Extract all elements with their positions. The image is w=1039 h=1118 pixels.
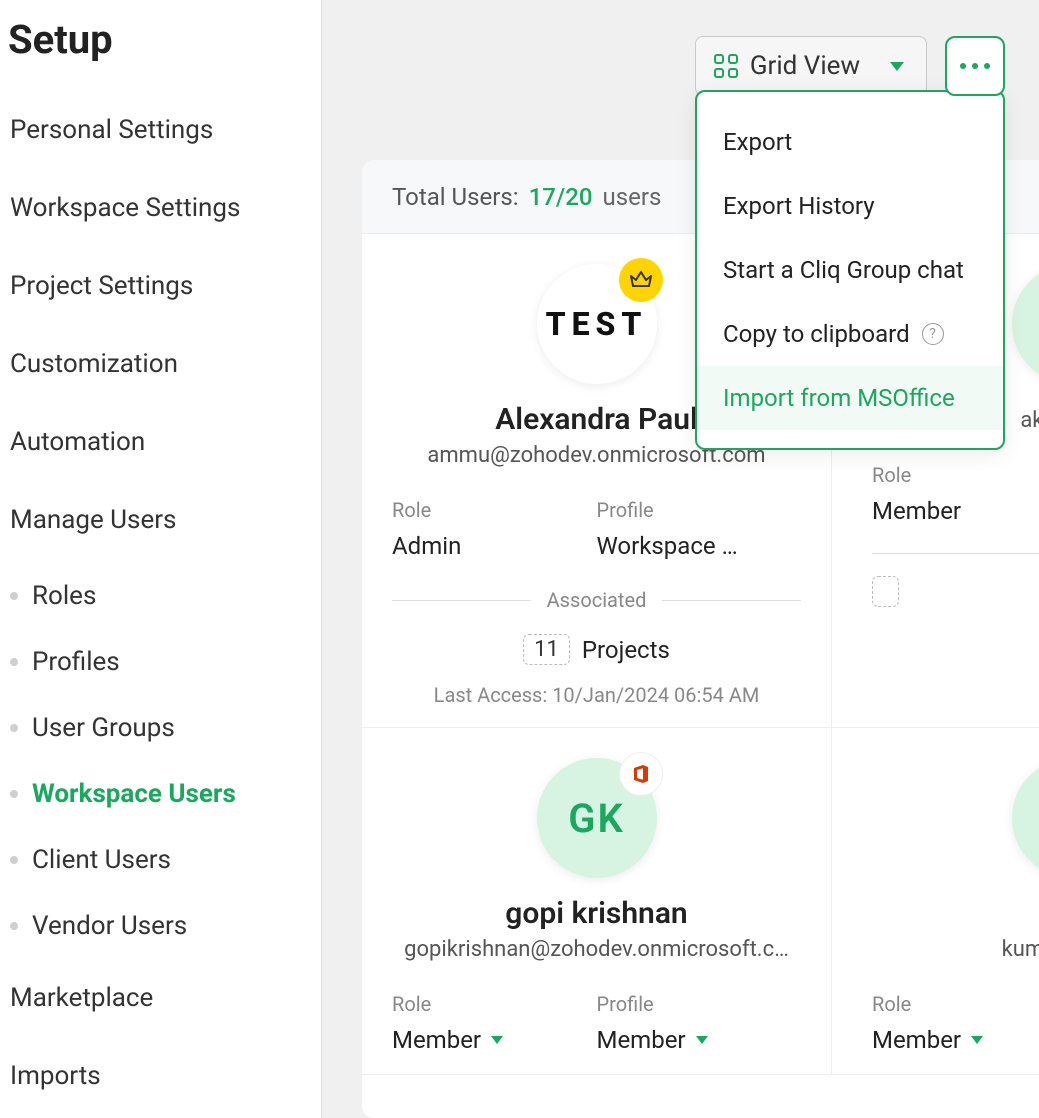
sidebar-item-workspace-settings[interactable]: Workspace Settings [8,169,321,247]
profile-value: Member [597,1026,686,1054]
role-value: Member [872,1026,961,1054]
associated-divider [872,553,1039,554]
last-access: Last Access: 10/Jan/2024 06:54 AM [434,683,760,707]
sidebar-item-customization[interactable]: Customization [8,325,321,403]
avatar-wrap [1012,758,1039,878]
user-meta: Role Member Profile Member [392,992,801,1054]
more-actions-menu: Export Export History Start a Cliq Group… [695,90,1005,450]
user-card[interactable]: K kumaran.j@zo Role Member [832,728,1039,1075]
bullet-icon [10,592,18,600]
user-email: gopikrishnan@zohodev.onmicrosoft.c… [404,937,789,962]
avatar [1012,264,1039,384]
profile-dropdown[interactable]: Member [597,1026,708,1054]
sidebar-item-marketplace[interactable]: Marketplace [8,959,321,1037]
sidebar-item-automation[interactable]: Automation [8,403,321,481]
role-value: Member [872,497,961,525]
menu-item-label: Export History [723,192,875,220]
menu-item-label: Start a Cliq Group chat [723,256,964,284]
sidebar-item-label: Profiles [32,647,120,677]
associated-label: Associated [547,588,647,612]
sidebar-item-client-users[interactable]: Client Users [8,827,321,893]
chevron-down-icon [696,1036,708,1044]
sidebar-item-label: Workspace Users [32,779,236,809]
more-actions-button[interactable] [945,36,1005,96]
user-email: kumaran.j@zo [1002,937,1039,962]
total-users-suffix: users [603,183,662,211]
role-label: Role [392,992,597,1016]
role-label: Role [392,498,597,522]
role-dropdown[interactable]: Member [872,1026,983,1054]
crown-badge-icon [619,258,663,302]
view-selector-label: Grid View [750,51,860,81]
user-meta: Role Member [872,992,1039,1054]
sidebar-item-vendor-users[interactable]: Vendor Users [8,893,321,959]
sidebar-item-workspace-users[interactable]: Workspace Users [8,761,321,827]
user-name: gopi krishnan [505,896,687,931]
avatar-wrap: TEST [537,264,657,384]
sidebar-item-label: Vendor Users [32,911,187,941]
role-label: Role [872,992,1039,1016]
avatar [1012,758,1039,878]
view-selector[interactable]: Grid View [695,36,927,96]
menu-export-history[interactable]: Export History [697,174,1003,238]
chevron-down-icon [491,1036,503,1044]
sidebar-item-personal-settings[interactable]: Personal Settings [8,91,321,169]
role-dropdown[interactable]: Member [392,1026,503,1054]
toolbar: Grid View [322,36,1039,96]
bullet-icon [10,922,18,930]
sidebar-item-imports[interactable]: Imports [8,1037,321,1115]
manage-users-sublist: Roles Profiles User Groups Workspace Use… [8,563,321,959]
sidebar-item-label: Roles [32,581,96,611]
menu-start-cliq-chat[interactable]: Start a Cliq Group chat [697,238,1003,302]
sidebar-item-manage-users[interactable]: Manage Users [8,481,321,559]
menu-export[interactable]: Export [697,110,1003,174]
help-icon[interactable]: ? [922,323,944,345]
menu-item-label: Copy to clipboard [723,320,910,348]
projects-row[interactable] [872,576,899,607]
bullet-icon [10,658,18,666]
projects-label: Projects [582,636,670,664]
profile-value: Workspace … [597,532,738,560]
sidebar-item-user-groups[interactable]: User Groups [8,695,321,761]
menu-item-label: Export [723,128,792,156]
user-meta: Role Admin Profile Workspace … [392,498,801,560]
associated-divider: Associated [392,588,801,612]
chevron-down-icon [971,1036,983,1044]
role-label: Role [872,463,1039,487]
user-email: ak@zohoc [1020,408,1039,433]
total-users-count: 17/20 [529,183,593,211]
bullet-icon [10,856,18,864]
user-name: Alexandra Paul [495,402,698,437]
bullet-icon [10,790,18,798]
bullet-icon [10,724,18,732]
projects-row[interactable]: 11 Projects [523,634,670,665]
avatar-wrap [1012,264,1039,384]
user-meta: Role Member [872,463,1039,525]
main: Grid View Export Export History Start a … [322,0,1039,1118]
avatar-wrap: GK [537,758,657,878]
sidebar-item-profiles[interactable]: Profiles [8,629,321,695]
menu-item-label: Import from MSOffice [723,384,955,412]
projects-count-badge [872,576,899,607]
total-users-label: Total Users: [392,183,519,211]
sidebar-item-label: Client Users [32,845,171,875]
page-title: Setup [8,16,321,63]
projects-count-badge: 11 [523,634,570,665]
role-value: Admin [392,532,461,560]
user-card[interactable]: GK gopi krishnan gopikrishnan@zohodev.on… [362,728,832,1075]
menu-import-msoffice[interactable]: Import from MSOffice [697,366,1003,430]
sidebar-item-label: User Groups [32,713,175,743]
chevron-down-icon [890,62,904,71]
sidebar-item-roles[interactable]: Roles [8,563,321,629]
grid-icon [714,54,738,78]
office-badge-icon [619,752,663,796]
profile-label: Profile [597,992,802,1016]
menu-copy-clipboard[interactable]: Copy to clipboard ? [697,302,1003,366]
profile-label: Profile [597,498,802,522]
role-value: Member [392,1026,481,1054]
sidebar-item-project-settings[interactable]: Project Settings [8,247,321,325]
sidebar: Setup Personal Settings Workspace Settin… [0,0,322,1118]
